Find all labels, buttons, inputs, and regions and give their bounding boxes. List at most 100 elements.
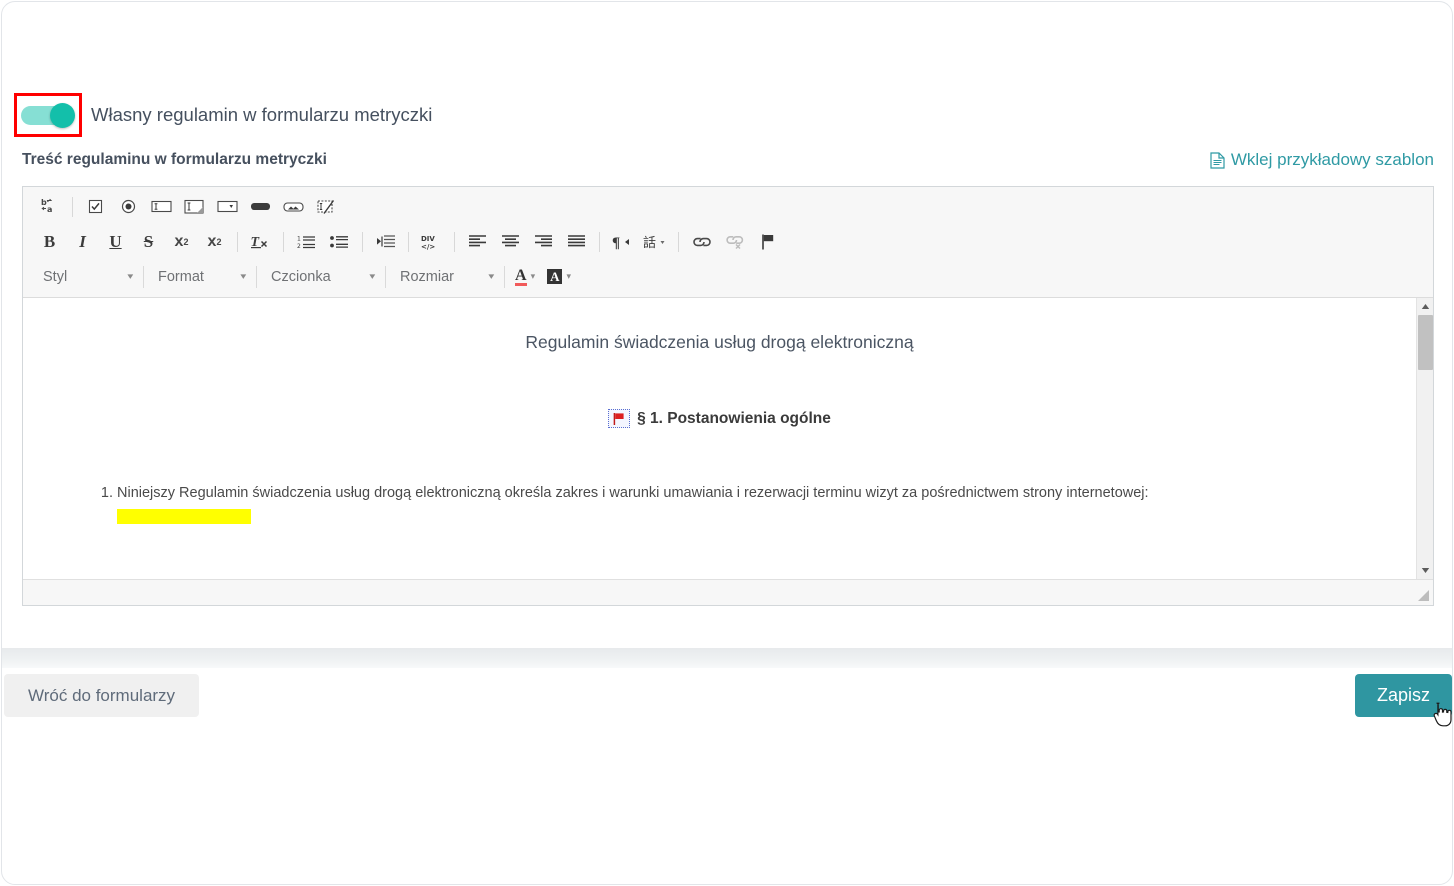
subscript-icon[interactable]: x2 bbox=[167, 229, 196, 255]
toolbar-row-formatting: B I U S x2 x2 T 1 2 DIV </> ¶ 話 bbox=[23, 224, 1433, 259]
svg-text:1: 1 bbox=[297, 236, 301, 243]
anchor-flag-icon[interactable] bbox=[608, 409, 631, 428]
radio-button-icon[interactable] bbox=[114, 194, 143, 220]
scroll-down-arrow-icon[interactable] bbox=[1417, 562, 1434, 579]
select-field-icon[interactable] bbox=[213, 194, 242, 220]
chevron-down-icon: ▾ bbox=[488, 271, 495, 281]
scrollbar-thumb[interactable] bbox=[1417, 315, 1433, 370]
highlighted-empty-block bbox=[117, 509, 251, 525]
editor-content-area[interactable]: Regulamin świadczenia usług drogą elektr… bbox=[23, 298, 1416, 579]
bold-icon[interactable]: B bbox=[35, 229, 64, 255]
chevron-down-icon: ▾ bbox=[369, 271, 376, 281]
toolbar-separator bbox=[408, 231, 409, 252]
paste-sample-template-label: Wklej przykładowy szablon bbox=[1230, 150, 1434, 169]
format-dropdown-label: Format bbox=[158, 268, 204, 285]
annotation-highlight-box bbox=[14, 93, 82, 137]
style-dropdown-label: Styl bbox=[43, 268, 68, 285]
underline-icon[interactable]: U bbox=[101, 229, 130, 255]
font-size-dropdown[interactable]: Rozmiar ▾ bbox=[390, 264, 500, 290]
align-right-icon[interactable] bbox=[529, 229, 558, 255]
document-section-heading: § 1. Postanowienia ogólne bbox=[49, 409, 1390, 428]
custom-terms-toggle[interactable] bbox=[21, 102, 75, 128]
page-footer: Wróć do formularzy Zapisz bbox=[2, 668, 1452, 738]
justify-icon[interactable] bbox=[562, 229, 591, 255]
text-field-icon[interactable] bbox=[147, 194, 176, 220]
style-dropdown[interactable]: Styl ▾ bbox=[33, 264, 139, 290]
document-title: Regulamin świadczenia usług drogą elektr… bbox=[525, 332, 914, 352]
svg-text:2: 2 bbox=[297, 243, 301, 249]
toolbar-separator bbox=[237, 231, 238, 252]
italic-icon[interactable]: I bbox=[68, 229, 97, 255]
replace-icon[interactable]: b a bbox=[35, 194, 64, 220]
toolbar-separator bbox=[385, 265, 386, 288]
document-icon bbox=[1210, 151, 1225, 169]
back-to-forms-button[interactable]: Wróć do formularzy bbox=[4, 674, 200, 717]
strikethrough-icon[interactable]: S bbox=[134, 229, 163, 255]
toggle-knob bbox=[50, 102, 75, 128]
list-item-text: Niniejszy Regulamin świadczenia usług dr… bbox=[117, 485, 1149, 501]
text-direction-rtl-icon[interactable]: ¶ bbox=[608, 229, 637, 255]
custom-terms-toggle-row: Własny regulamin w formularzu metryczki bbox=[2, 90, 432, 140]
toolbar-separator bbox=[283, 231, 284, 252]
save-button[interactable]: Zapisz bbox=[1354, 674, 1452, 717]
list-item: Niniejszy Regulamin świadczenia usług dr… bbox=[117, 482, 1390, 532]
editor-status-bar bbox=[23, 579, 1433, 605]
align-left-icon[interactable] bbox=[463, 229, 492, 255]
toolbar-separator bbox=[143, 265, 144, 288]
page-card: Własny regulamin w formularzu metryczki … bbox=[1, 1, 1453, 885]
toolbar-row-styles: Styl ▾ Format ▾ Czcionka ▾ Rozmiar ▾ A ▾… bbox=[23, 259, 1433, 294]
background-color-button[interactable]: A ▾ bbox=[543, 264, 575, 290]
editor-scrollbar[interactable] bbox=[1416, 298, 1433, 579]
footer-divider bbox=[2, 648, 1452, 668]
chevron-down-icon: ▾ bbox=[566, 271, 572, 281]
button-icon[interactable] bbox=[246, 194, 275, 220]
checkbox-icon[interactable] bbox=[81, 194, 110, 220]
document-ordered-list: Niniejszy Regulamin świadczenia usług dr… bbox=[49, 482, 1390, 532]
rich-text-editor: b a B I U S x 2 x 2 T 1 2 DIV </> ¶ 話 St… bbox=[22, 186, 1434, 606]
anchor-flag-icon[interactable] bbox=[753, 229, 782, 255]
toolbar-separator bbox=[504, 265, 505, 288]
editor-toolbar: b a B I U S x 2 x 2 T 1 2 DIV </> ¶ 話 St… bbox=[23, 187, 1433, 298]
svg-text:¶: ¶ bbox=[612, 235, 620, 250]
chevron-down-icon: ▾ bbox=[240, 271, 247, 281]
chevron-down-icon: ▾ bbox=[530, 271, 536, 281]
numbered-list-icon[interactable]: 1 2 bbox=[292, 229, 321, 255]
language-icon[interactable]: 話 bbox=[641, 229, 670, 255]
remove-format-icon[interactable]: T bbox=[246, 229, 275, 255]
textarea-icon[interactable] bbox=[180, 194, 209, 220]
toolbar-separator bbox=[454, 231, 455, 252]
toolbar-separator bbox=[599, 231, 600, 252]
font-dropdown[interactable]: Czcionka ▾ bbox=[261, 264, 381, 290]
div-container-icon[interactable]: DIV </> bbox=[417, 229, 446, 255]
align-center-icon[interactable] bbox=[496, 229, 525, 255]
terms-field-label: Treść regulaminu w formularzu metryczki bbox=[22, 151, 327, 168]
indent-icon[interactable] bbox=[371, 229, 400, 255]
toolbar-separator bbox=[678, 231, 679, 252]
svg-text:話: 話 bbox=[643, 235, 656, 250]
text-color-icon: A bbox=[515, 266, 527, 286]
image-button-icon[interactable] bbox=[279, 194, 308, 220]
font-size-dropdown-label: Rozmiar bbox=[400, 268, 454, 285]
svg-text:a: a bbox=[47, 205, 52, 214]
bulleted-list-icon[interactable] bbox=[325, 229, 354, 255]
document-section-heading-text: § 1. Postanowienia ogólne bbox=[637, 409, 831, 427]
toolbar-separator bbox=[256, 265, 257, 288]
paste-sample-template-link[interactable]: Wklej przykładowy szablon bbox=[1210, 150, 1434, 170]
toolbar-separator bbox=[72, 196, 73, 217]
text-color-button[interactable]: A ▾ bbox=[511, 264, 539, 290]
svg-text:DIV: DIV bbox=[421, 235, 435, 243]
font-dropdown-label: Czcionka bbox=[271, 268, 331, 285]
unlink-icon[interactable] bbox=[720, 229, 749, 255]
superscript-icon[interactable]: x2 bbox=[200, 229, 229, 255]
link-icon[interactable] bbox=[687, 229, 716, 255]
terms-field-header: Treść regulaminu w formularzu metryczki … bbox=[22, 150, 1434, 170]
format-dropdown[interactable]: Format ▾ bbox=[148, 264, 252, 290]
editor-body-wrap: Regulamin świadczenia usług drogą elektr… bbox=[23, 298, 1433, 579]
svg-text:</>: </> bbox=[421, 243, 435, 251]
toolbar-row-forms: b a bbox=[23, 189, 1433, 224]
scrollbar-track[interactable] bbox=[1417, 315, 1434, 562]
toolbar-separator bbox=[362, 231, 363, 252]
scroll-up-arrow-icon[interactable] bbox=[1417, 298, 1434, 315]
hidden-field-icon[interactable] bbox=[312, 194, 341, 220]
editor-resize-grip[interactable] bbox=[1416, 588, 1430, 602]
